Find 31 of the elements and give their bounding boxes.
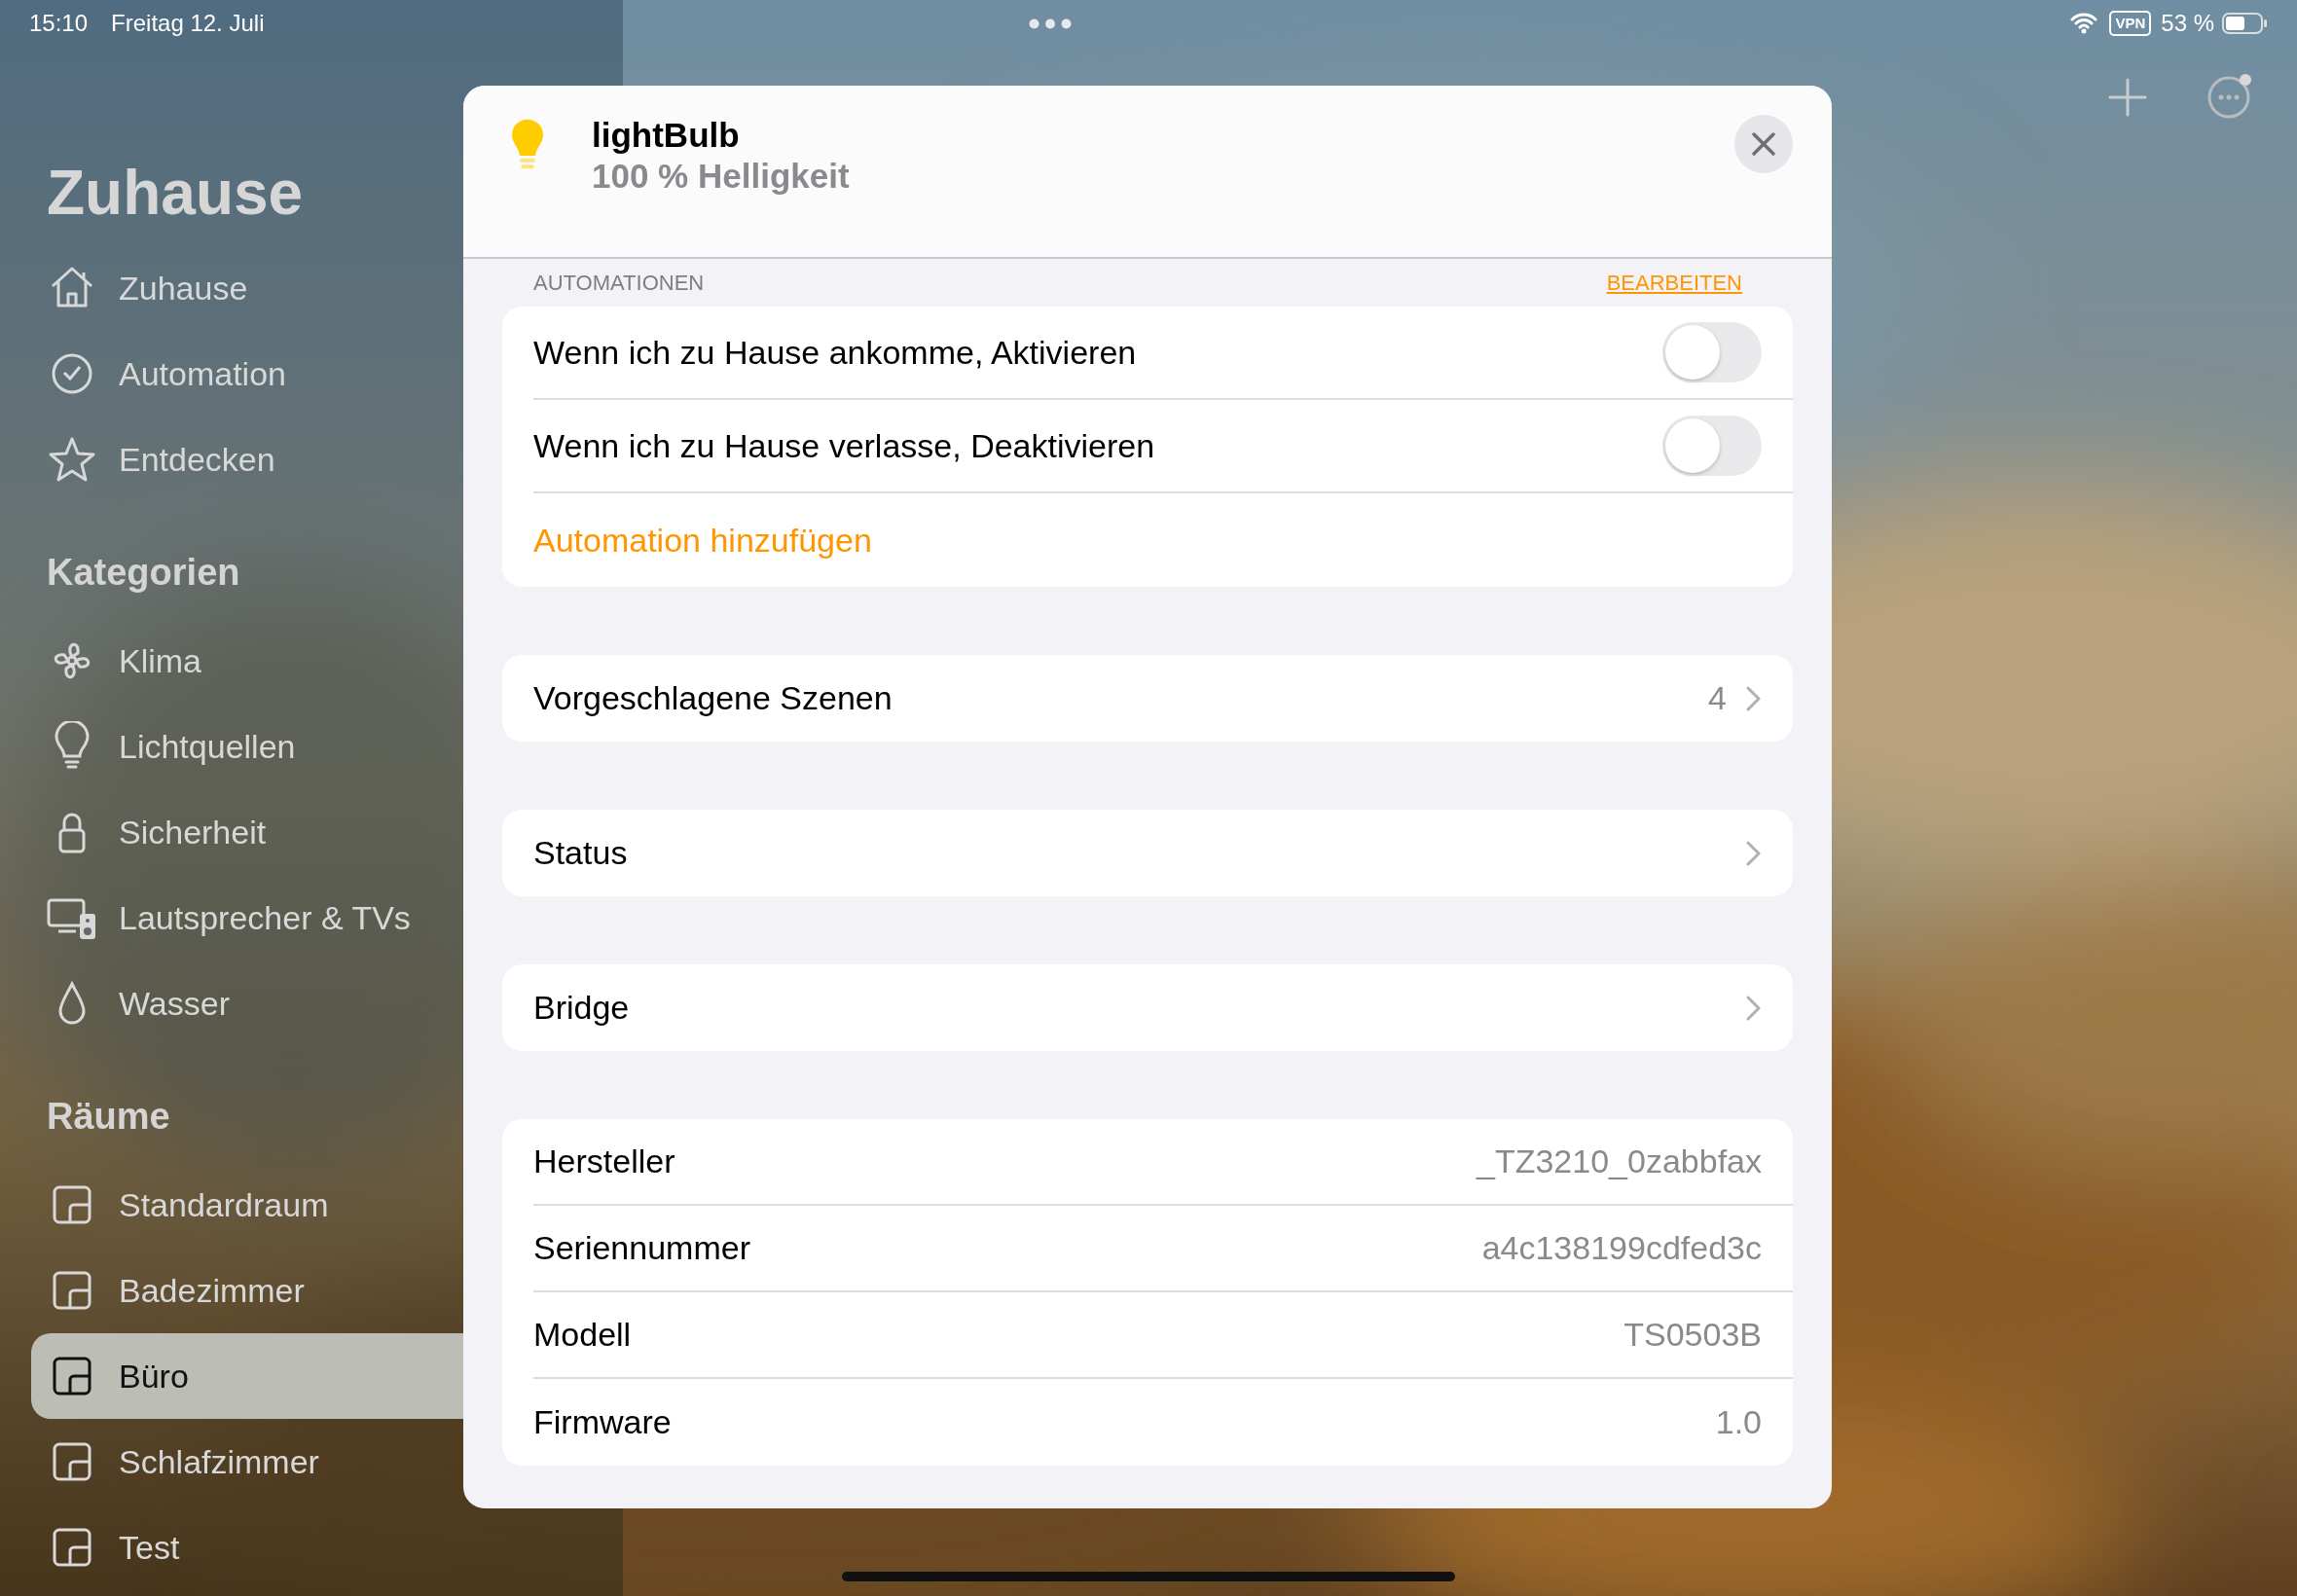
automation-label: Wenn ich zu Hause ankomme, Aktivieren [533,332,1137,373]
sidebar-section-title: Kategorien [47,551,241,595]
info-value: TS0503B [1623,1315,1762,1355]
battery-icon [2222,13,2268,34]
status-date: Freitag 12. Juli [111,9,265,38]
info-value: a4c138199cdfed3c [1481,1228,1762,1268]
battery-percent: 53 % [2161,9,2214,38]
section-header: AUTOMATIONEN [533,270,705,297]
info-value: 1.0 [1715,1402,1762,1442]
brightness-status: 100 % Helligkeit [592,156,850,197]
toggle-switch[interactable] [1662,416,1762,476]
wifi-icon [2070,12,2098,35]
lightbulb-icon [512,119,543,169]
sidebar-title: Zuhause [47,157,304,230]
close-icon [1751,131,1776,157]
multitasking-dots-icon[interactable] [1029,18,1073,29]
status-time: 15:10 [29,9,89,38]
vpn-badge: VPN [2109,10,2152,37]
more-icon[interactable] [2206,72,2254,121]
plus-icon[interactable] [2108,78,2147,117]
chevron-icon [1746,685,1762,711]
toggle-switch[interactable] [1662,322,1762,382]
accessory-name: lightBulb [592,115,741,156]
info-value: _TZ3210_0zabbfax [1477,1142,1762,1181]
info-label: Hersteller [533,1142,675,1181]
automation-label: Wenn ich zu Hause verlasse, Deaktivieren [533,425,1155,466]
chevron-icon [1746,995,1762,1021]
sidebar-item[interactable]: Test [31,1505,635,1590]
sidebar-section-title: Räume [47,1095,171,1139]
chevron-icon [1746,840,1762,866]
info-label: Seriennummer [533,1228,750,1268]
